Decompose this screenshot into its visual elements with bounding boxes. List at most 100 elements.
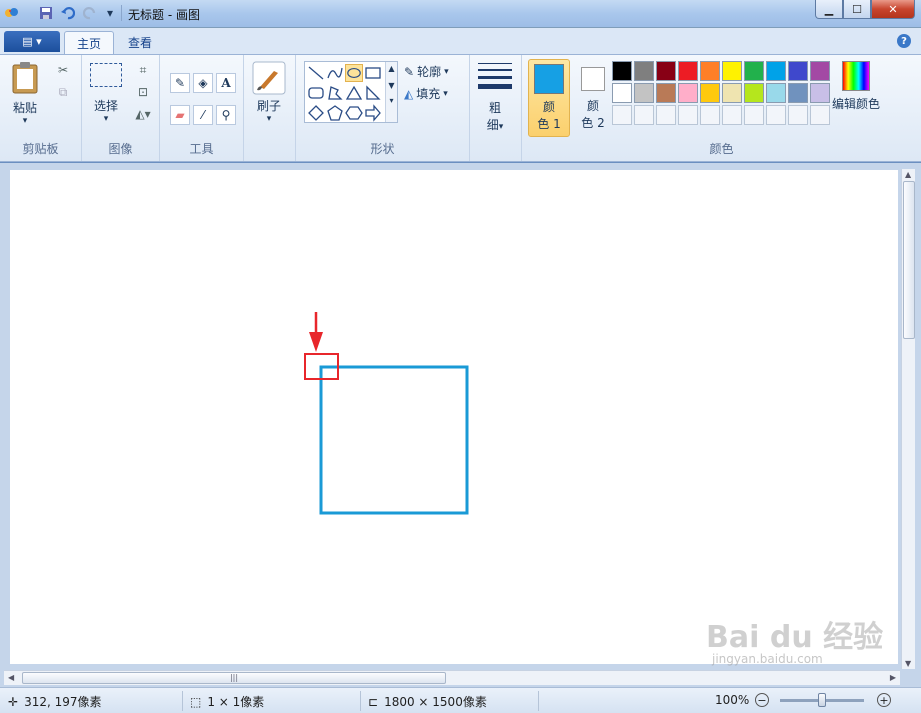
magnifier-icon[interactable]: ⚲ [216,105,236,125]
color-picker-icon[interactable]: ⁄ [193,105,213,125]
palette-swatch[interactable] [656,61,676,81]
palette-swatch[interactable] [810,61,830,81]
fill-dropdown[interactable]: ◭ 填充 ▾ [404,85,448,102]
palette-swatch[interactable] [788,61,808,81]
tab-view[interactable]: 查看 [116,31,164,54]
scroll-left-icon[interactable]: ◀ [8,673,14,682]
palette-swatch[interactable] [722,61,742,81]
eraser-icon[interactable]: ▰ [170,105,190,125]
palette-custom-slot[interactable] [612,105,632,125]
zoom-slider[interactable] [780,693,864,707]
palette-custom-slot[interactable] [634,105,654,125]
palette-swatch[interactable] [612,61,632,81]
zoom-slider-knob[interactable] [818,693,826,707]
chevron-up-icon[interactable]: ▲ [386,64,397,73]
rotate-icon[interactable]: ◭▾ [134,105,152,123]
shapes-gallery-scroll[interactable]: ▲ ▼ ▾ [385,62,397,122]
palette-swatch[interactable] [678,83,698,103]
app-menu-button[interactable]: ▤ ▾ [4,31,60,52]
help-icon[interactable]: ? [897,34,911,48]
clipboard-group: 粘贴 ▾ ✂ ⧉ 剪贴板 [0,55,82,161]
vertical-scrollbar[interactable]: ▲ ▼ [901,169,915,669]
palette-swatch[interactable] [634,61,654,81]
palette-swatch[interactable] [810,83,830,103]
scroll-up-icon[interactable]: ▲ [905,170,911,179]
palette-custom-slot[interactable] [656,105,676,125]
palette-swatch[interactable] [766,83,786,103]
fill-bucket-icon[interactable]: ◈ [193,73,213,93]
curve-shape-icon[interactable] [326,64,344,82]
maximize-button[interactable]: ☐ [843,0,871,19]
close-button[interactable]: ✕ [871,0,915,19]
right-triangle-shape-icon[interactable] [364,84,382,102]
palette-custom-slot[interactable] [788,105,808,125]
palette-swatch[interactable] [788,83,808,103]
rectangle-shape-icon[interactable] [364,64,382,82]
color2-swatch [581,67,605,91]
crop-icon[interactable]: ⌗ [134,61,152,79]
palette-custom-slot[interactable] [744,105,764,125]
color2-label-b: 色 2 [581,116,605,130]
palette-swatch[interactable] [612,83,632,103]
paste-button[interactable]: 粘贴 ▾ [10,61,40,126]
cut-icon[interactable]: ✂ [54,61,72,79]
pentagon-shape-icon[interactable] [326,104,344,122]
palette-swatch[interactable] [634,83,654,103]
rounded-rectangle-shape-icon[interactable] [307,84,325,102]
color2-label-a: 颜 [586,99,599,113]
diamond-shape-icon[interactable] [307,104,325,122]
divider [360,691,361,711]
palette-swatch[interactable] [700,83,720,103]
outline-dropdown[interactable]: ✎ 轮廓 ▾ [404,63,449,80]
paint-app-icon[interactable] [4,5,20,21]
tab-home[interactable]: 主页 [64,31,115,54]
drawn-rectangle[interactable] [319,365,469,515]
horizontal-scroll-thumb[interactable]: ||| [22,672,446,684]
customize-qat-icon[interactable]: ▾ [102,5,118,21]
palette-swatch[interactable] [700,61,720,81]
palette-swatch[interactable] [678,61,698,81]
minimize-button[interactable]: ▁ [815,0,843,19]
palette-swatch[interactable] [656,83,676,103]
zoom-out-button[interactable]: − [755,693,769,707]
horizontal-scrollbar[interactable]: ◀ ||| ▶ [4,670,900,685]
line-shape-icon[interactable] [307,64,325,82]
palette-swatch[interactable] [766,61,786,81]
vertical-scroll-thumb[interactable] [903,181,915,339]
brushes-button[interactable]: 刷子 ▾ [252,61,286,124]
palette-custom-slot[interactable] [810,105,830,125]
image-size-icon: ⊏ [368,694,379,709]
arrow-shape-icon[interactable] [364,104,382,122]
redo-icon[interactable] [82,5,98,21]
chevron-down-icon[interactable]: ▼ [386,81,397,90]
copy-icon[interactable]: ⧉ [54,83,72,101]
size-button[interactable]: 粗 细▾ [478,63,512,133]
chevron-down-icon: ▾ [22,116,28,126]
scroll-down-icon[interactable]: ▼ [905,659,911,668]
expand-gallery-icon[interactable]: ▾ [386,96,397,105]
color1-button[interactable]: 颜 色 1 [528,59,570,137]
text-tool-icon[interactable]: A [216,73,236,93]
pencil-icon[interactable]: ✎ [170,73,190,93]
drawing-canvas[interactable] [10,170,898,664]
edit-colors-button[interactable]: 编辑颜色 [832,61,880,112]
save-icon[interactable] [38,5,54,21]
color2-button[interactable]: 颜 色 2 [572,59,614,137]
palette-custom-slot[interactable] [678,105,698,125]
palette-swatch[interactable] [744,83,764,103]
palette-custom-slot[interactable] [722,105,742,125]
palette-custom-slot[interactable] [700,105,720,125]
select-button[interactable]: 选择 ▾ [90,63,122,124]
oval-shape-icon[interactable] [345,64,363,82]
resize-icon[interactable]: ⊡ [134,83,152,101]
polygon-shape-icon[interactable] [326,84,344,102]
palette-swatch[interactable] [744,61,764,81]
hexagon-shape-icon[interactable] [345,104,363,122]
color-palette [612,61,830,125]
triangle-shape-icon[interactable] [345,84,363,102]
undo-icon[interactable] [60,5,76,21]
scroll-right-icon[interactable]: ▶ [890,673,896,682]
palette-custom-slot[interactable] [766,105,786,125]
palette-swatch[interactable] [722,83,742,103]
zoom-in-button[interactable]: + [877,693,891,707]
